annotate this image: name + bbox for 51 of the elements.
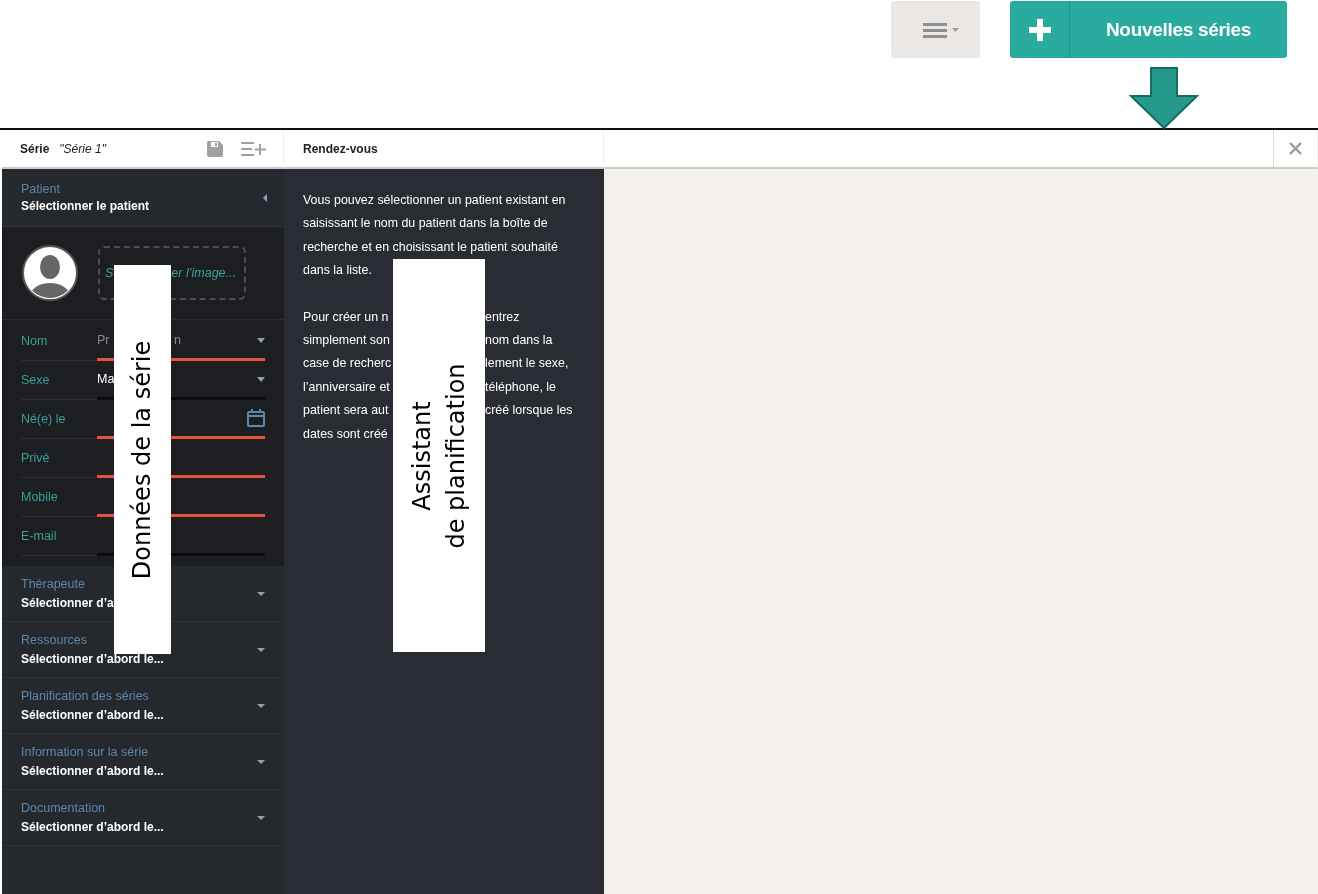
help-text: l’anniversaire et	[303, 378, 391, 396]
dropdown-caret-icon	[257, 337, 265, 343]
field-label: Nom	[21, 333, 49, 350]
section-title: Planification des séries	[21, 689, 150, 703]
help-text: patient sera aut	[303, 402, 390, 420]
help-text: entrez	[485, 308, 520, 326]
add-list-icon[interactable]	[241, 140, 267, 157]
help-text: Pour créer un n	[303, 308, 390, 326]
field-label: Sexe	[21, 372, 51, 389]
field-label: Né(e) le	[21, 411, 67, 428]
section-value: Sélectionner le patient	[21, 199, 151, 213]
annotation-tooltip: Assistant de planification	[393, 259, 485, 652]
calendar-icon[interactable]	[247, 409, 265, 427]
section-title: Information sur la série	[21, 745, 150, 759]
help-text: simplement son	[303, 332, 391, 350]
collapse-caret-icon[interactable]	[262, 192, 268, 203]
help-text: lement le sexe,	[485, 355, 569, 373]
annotation-tooltip: Données de la série	[114, 265, 171, 654]
panel-title: Rendez-vous	[303, 141, 378, 156]
section-title: Thérapeute	[21, 577, 86, 591]
help-text: créé lorsque les	[485, 402, 573, 420]
expand-caret-icon[interactable]	[257, 757, 265, 766]
expand-caret-icon[interactable]	[257, 589, 265, 598]
field-label: Privé	[21, 450, 51, 467]
expand-caret-icon[interactable]	[257, 645, 265, 654]
dropdown-caret-icon	[257, 376, 265, 382]
menu-icon	[922, 20, 959, 39]
help-text: nom dans la	[485, 332, 553, 350]
expand-caret-icon[interactable]	[257, 813, 265, 822]
section-title: Ressources	[21, 633, 88, 647]
down-arrow-icon	[1129, 67, 1199, 129]
save-icon[interactable]	[207, 140, 223, 157]
section-title: Documentation	[21, 801, 107, 815]
field-label: Mobile	[21, 489, 59, 506]
field-label: E-mail	[21, 528, 58, 545]
section-value: Sélectionner d’abord le...	[21, 820, 165, 834]
expand-caret-icon[interactable]	[257, 701, 265, 710]
section-value: Sélectionner d’abord le...	[21, 764, 165, 778]
plus-icon	[1028, 18, 1051, 41]
section-value: Sélectionner d’a	[21, 596, 115, 610]
menu-button[interactable]	[891, 1, 980, 58]
section-value: Sélectionner d’abord le...	[21, 652, 165, 666]
close-icon	[1289, 142, 1302, 155]
avatar-icon	[22, 245, 78, 301]
section-title: Patient	[21, 182, 61, 196]
help-text: téléphone, le	[485, 378, 556, 396]
help-text: dates sont créé	[303, 425, 389, 443]
series-title: Série	[20, 141, 50, 156]
series-name: "Série 1"	[59, 141, 106, 156]
help-text: case de recherc	[303, 355, 393, 373]
section-value: Sélectionner d’abord le...	[21, 708, 165, 722]
